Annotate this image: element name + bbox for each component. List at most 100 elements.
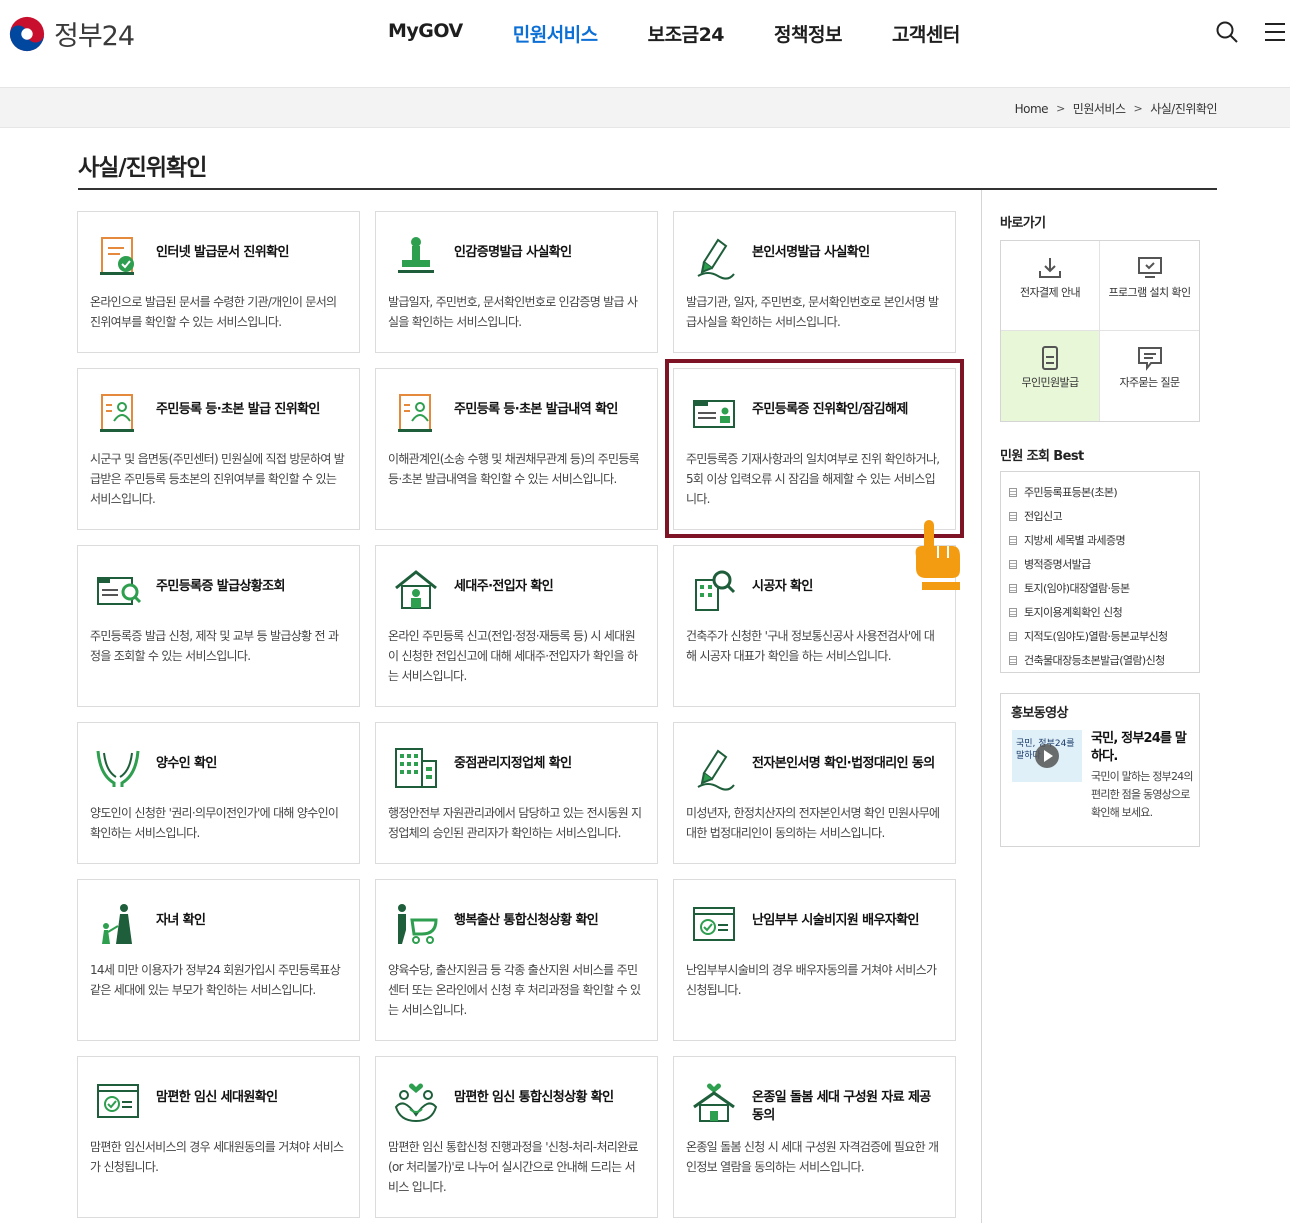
service-card[interactable]: 주민등록 등·초본 발급내역 확인 이해관계인(소송 수행 및 채권채무관계 등… [375, 368, 658, 530]
download-icon [1039, 258, 1061, 278]
kiosk-icon [1042, 346, 1058, 370]
quick-link-faq[interactable]: 자주묻는 질문 [1100, 331, 1199, 421]
search-icon[interactable] [1215, 20, 1239, 44]
title-divider [78, 188, 1217, 190]
best-list-item[interactable]: 토지(임야)대장열람·등본 [1009, 576, 1199, 600]
card-title: 난임부부 시술비지원 배우자확인 [752, 913, 920, 928]
chat-icon [1137, 347, 1162, 371]
card-title: 행복출산 통합신청상황 확인 [454, 913, 599, 928]
service-card[interactable]: 인감증명발급 사실확인 발급일자, 주민번호, 문서확인번호로 인감증명 발급 … [375, 211, 658, 353]
card-title: 인터넷 발급문서 진위확인 [156, 245, 289, 260]
best-list: 주민등록표등본(초본) 전입신고 지방세 세목별 과세증명 병적증명서발급 토지… [1000, 471, 1200, 673]
best-list-item[interactable]: 토지이용계획확인 신청 [1009, 600, 1199, 624]
nav-civil-service[interactable]: 민원서비스 [513, 20, 598, 47]
quick-link-label: 자주묻는 질문 [1119, 376, 1180, 389]
service-card[interactable]: 주민등록 등·초본 발급 진위확인 시군구 및 읍면동(주민센터) 민원실에 직… [77, 368, 360, 530]
card-description: 발급기관, 일자, 주민번호, 문서확인번호로 본인서명 발급사실을 확인하는 … [686, 295, 939, 329]
best-item-label: 전입신고 [1024, 510, 1063, 523]
quick-link-label: 전자결제 안내 [1019, 286, 1081, 299]
card-description: 시군구 및 읍면동(주민센터) 민원실에 직접 방문하여 발급받은 주민등록 등… [90, 452, 345, 506]
service-card[interactable]: 난임부부 시술비지원 배우자확인 난임부부시술비의 경우 배우자동의를 거쳐야 … [673, 879, 956, 1041]
service-card[interactable]: 맘편한 임신 세대원확인 맘편한 임신서비스의 경우 세대원동의를 거쳐야 서비… [77, 1056, 360, 1218]
card-description: 양도인이 신청한 '권리·의무이전인가'에 대해 양수인이 확인하는 서비스입니… [90, 806, 339, 840]
card-title: 온종일 돌봄 세대 구성원 자료 제공 동의 [752, 1090, 931, 1123]
promo-description: 국민이 말하는 정부24의 편리한 점을 동영상으로 확인해 보세요. [1091, 770, 1193, 819]
service-card[interactable]: 자녀 확인 14세 미만 이용자가 정부24 회원가입시 주민등록표상 같은 세… [77, 879, 360, 1041]
service-card[interactable]: 세대주·전입자 확인 온라인 주민등록 신고(전입·정정·재등록 등) 시 세대… [375, 545, 658, 707]
quick-link-kiosk[interactable]: 무인민원발급 [1001, 331, 1100, 421]
card-description: 온라인 주민등록 신고(전입·정정·재등록 등) 시 세대원이 신청한 전입신고… [388, 629, 638, 683]
office-building-icon [395, 748, 437, 788]
card-title: 주민등록 등·초본 발급 진위확인 [156, 402, 320, 417]
card-description: 행정안전부 자원관리과에서 담당하고 있는 전시동원 지정업체의 승인된 관리자… [388, 806, 642, 840]
card-title: 인감증명발급 사실확인 [454, 245, 572, 260]
breadcrumb-civil-service[interactable]: 민원서비스 [1073, 100, 1126, 117]
promo-video-thumbnail[interactable]: 국민, 정부24를 말하다 [1012, 730, 1082, 782]
quick-link-program-check[interactable]: 프로그램 설치 확인 [1100, 241, 1199, 331]
service-card[interactable]: 온종일 돌봄 세대 구성원 자료 제공 동의 온종일 돌봄 신청 시 세대 구성… [673, 1056, 956, 1218]
quick-link-payment-guide[interactable]: 전자결제 안내 [1001, 241, 1100, 331]
parent-child-icon [102, 904, 132, 944]
logo[interactable]: 정부24 [8, 14, 135, 53]
card-description: 이해관계인(소송 수행 및 채권채무관계 등)의 주민등록 등·초본 발급내역을… [388, 452, 640, 486]
breadcrumb-home[interactable]: Home [1015, 102, 1049, 116]
service-card[interactable]: 양수인 확인 양도인이 신청한 '권리·의무이전인가'에 대해 양수인이 확인하… [77, 722, 360, 864]
sidebar-divider [981, 190, 982, 1223]
breadcrumb-current[interactable]: 사실/진위확인 [1150, 100, 1217, 117]
document-icon [1009, 535, 1017, 545]
card-title: 자녀 확인 [156, 913, 206, 928]
nav-mygov[interactable]: MyGOV [388, 20, 463, 47]
check-window-icon [97, 1084, 139, 1118]
best-item-label: 토지(임야)대장열람·등본 [1024, 582, 1130, 595]
service-card[interactable]: 인터넷 발급문서 진위확인 온라인으로 발급된 문서를 수령한 기관/개인이 문… [77, 211, 360, 353]
quick-link-label: 무인민원발급 [1021, 376, 1079, 389]
card-description: 난임부부시술비의 경우 배우자동의를 거쳐야 서비스가 신청됩니다. [686, 963, 937, 997]
nav-customer-center[interactable]: 고객센터 [892, 20, 960, 47]
main-nav: MyGOV 민원서비스 보조금24 정책정보 고객센터 [388, 20, 1010, 47]
best-list-item[interactable]: 주민등록표등본(초본) [1009, 480, 1199, 504]
chevron-right-icon: > [1056, 102, 1065, 115]
nav-policy[interactable]: 정책정보 [774, 20, 842, 47]
nav-subsidy[interactable]: 보조금24 [648, 20, 725, 47]
service-card[interactable]: 전자본인서명 확인·법정대리인 동의 미성년자, 한정치산자의 전자본인서명 확… [673, 722, 956, 864]
best-item-label: 지적도(임야도)열람·등본교부신청 [1024, 630, 1168, 643]
service-card[interactable]: 맘편한 임신 통합신청상황 확인 맘편한 임신 통합신청 진행과정을 '신청-처… [375, 1056, 658, 1218]
best-list-item[interactable]: 병적증명서발급 [1009, 552, 1199, 576]
card-description: 발급일자, 주민번호, 문서확인번호로 인감증명 발급 사실을 확인하는 서비스… [388, 295, 638, 329]
card-description: 온라인으로 발급된 문서를 수령한 기관/개인이 문서의 진위여부를 확인할 수… [90, 295, 337, 329]
promo-title[interactable]: 국민, 정부24를 말하다. [1091, 730, 1195, 766]
card-description: 양육수당, 출산지원금 등 각종 출산지원 서비스를 주민센터 또는 온라인에서… [388, 963, 641, 1017]
best-item-label: 토지이용계획확인 신청 [1024, 606, 1123, 619]
quick-link-label: 프로그램 설치 확인 [1108, 286, 1192, 299]
breadcrumb-band: Home > 민원서비스 > 사실/진위확인 [0, 88, 1290, 128]
best-list-item[interactable]: 전입신고 [1009, 504, 1199, 528]
document-icon [1009, 487, 1017, 497]
card-description: 맘편한 임신 통합신청 진행과정을 '신청-처리-처리완료(or 처리불가)'로… [388, 1140, 639, 1194]
card-title: 맘편한 임신 통합신청상황 확인 [454, 1090, 614, 1105]
service-card[interactable]: 주민등록증 발급상황조회 주민등록증 발급 신청, 제작 및 교부 등 발급상황… [77, 545, 360, 707]
hands-icon [96, 750, 140, 787]
best-item-label: 주민등록표등본(초본) [1024, 486, 1118, 499]
card-title: 본인서명발급 사실확인 [752, 245, 870, 260]
quick-links-heading: 바로가기 [1000, 216, 1046, 231]
best-item-label: 건축물대장등초본발급(열람)신청 [1024, 654, 1165, 667]
card-title: 양수인 확인 [156, 756, 217, 771]
best-item-label: 지방세 세목별 과세증명 [1024, 534, 1126, 547]
best-list-item[interactable]: 지적도(임야도)열람·등본교부신청 [1009, 624, 1199, 648]
card-description: 14세 미만 이용자가 정부24 회원가입시 주민등록표상 같은 세대에 있는 … [90, 963, 341, 997]
house-heart-icon [693, 1083, 735, 1122]
best-item-label: 병적증명서발급 [1024, 558, 1091, 571]
card-title: 주민등록증 발급상황조회 [156, 579, 285, 594]
service-card[interactable]: 중점관리지정업체 확인 행정안전부 자원관리과에서 담당하고 있는 전시동원 지… [375, 722, 658, 864]
best-list-item[interactable]: 건축물대장등초본발급(열람)신청 [1009, 648, 1199, 672]
menu-icon[interactable] [1263, 20, 1287, 44]
service-card[interactable]: 행복출산 통합신청상황 확인 양육수당, 출산지원금 등 각종 출산지원 서비스… [375, 879, 658, 1041]
best-list-item[interactable]: 지방세 세목별 과세증명 [1009, 528, 1199, 552]
document-icon [1009, 655, 1017, 665]
pen-sign-icon [697, 238, 735, 280]
seal-stamp-icon [398, 237, 434, 273]
id-card-search-icon [97, 577, 142, 605]
building-search-icon [695, 570, 736, 611]
play-icon [1035, 744, 1059, 768]
service-card[interactable]: 본인서명발급 사실확인 발급기관, 일자, 주민번호, 문서확인번호로 본인서명… [673, 211, 956, 353]
